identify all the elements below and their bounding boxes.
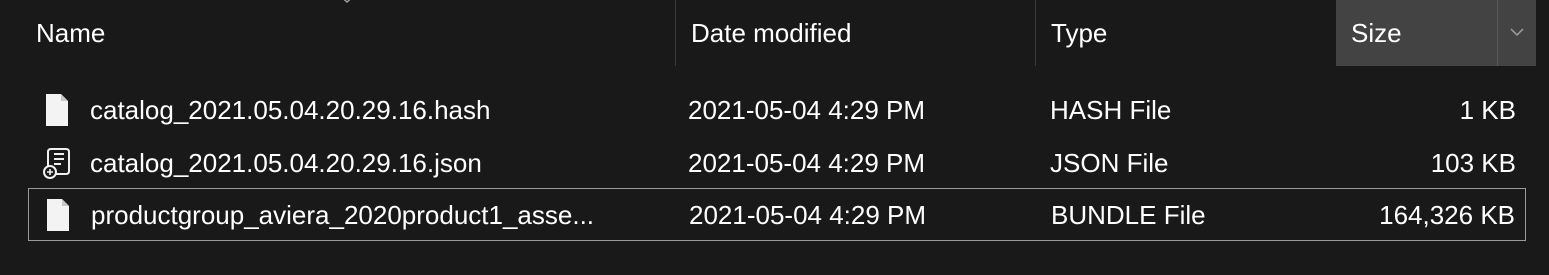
file-type: HASH File <box>1050 95 1172 125</box>
column-header-date-modified[interactable]: Date modified <box>675 0 1035 66</box>
column-header-name-label: Name <box>36 18 106 48</box>
file-date-modified: 2021-05-04 4:29 PM <box>689 200 927 230</box>
column-header-date-modified-label: Date modified <box>691 18 852 48</box>
column-header-bar: Name Date modified Type Size <box>0 0 1549 66</box>
document-icon <box>46 94 68 126</box>
document-icon <box>47 199 69 231</box>
column-header-size-label: Size <box>1351 18 1402 48</box>
file-date-modified: 2021-05-04 4:29 PM <box>688 148 926 178</box>
file-type: BUNDLE File <box>1051 200 1206 230</box>
file-size: 103 KB <box>1430 148 1516 178</box>
column-header-size[interactable]: Size <box>1336 0 1536 66</box>
column-header-type-label: Type <box>1051 18 1108 48</box>
file-size: 1 KB <box>1459 95 1516 125</box>
file-row[interactable]: productgroup_aviera_2020product1_asse...… <box>28 188 1526 241</box>
column-header-divider <box>1497 0 1498 66</box>
file-date-modified: 2021-05-04 4:29 PM <box>688 95 926 125</box>
sort-indicator-icon <box>343 0 351 4</box>
script-file-icon <box>43 148 70 179</box>
file-name: catalog_2021.05.04.20.29.16.json <box>90 148 482 178</box>
column-header-name[interactable]: Name <box>0 0 675 66</box>
file-type: JSON File <box>1050 148 1169 178</box>
chevron-down-icon[interactable] <box>1509 27 1525 37</box>
file-row[interactable]: catalog_2021.05.04.20.29.16.hash 2021-05… <box>28 84 1526 137</box>
column-header-type[interactable]: Type <box>1035 0 1336 66</box>
file-name: productgroup_aviera_2020product1_asse... <box>91 200 595 230</box>
file-name: catalog_2021.05.04.20.29.16.hash <box>90 95 491 125</box>
file-size: 164,326 KB <box>1379 200 1515 230</box>
file-row[interactable]: catalog_2021.05.04.20.29.16.json 2021-05… <box>28 137 1526 190</box>
